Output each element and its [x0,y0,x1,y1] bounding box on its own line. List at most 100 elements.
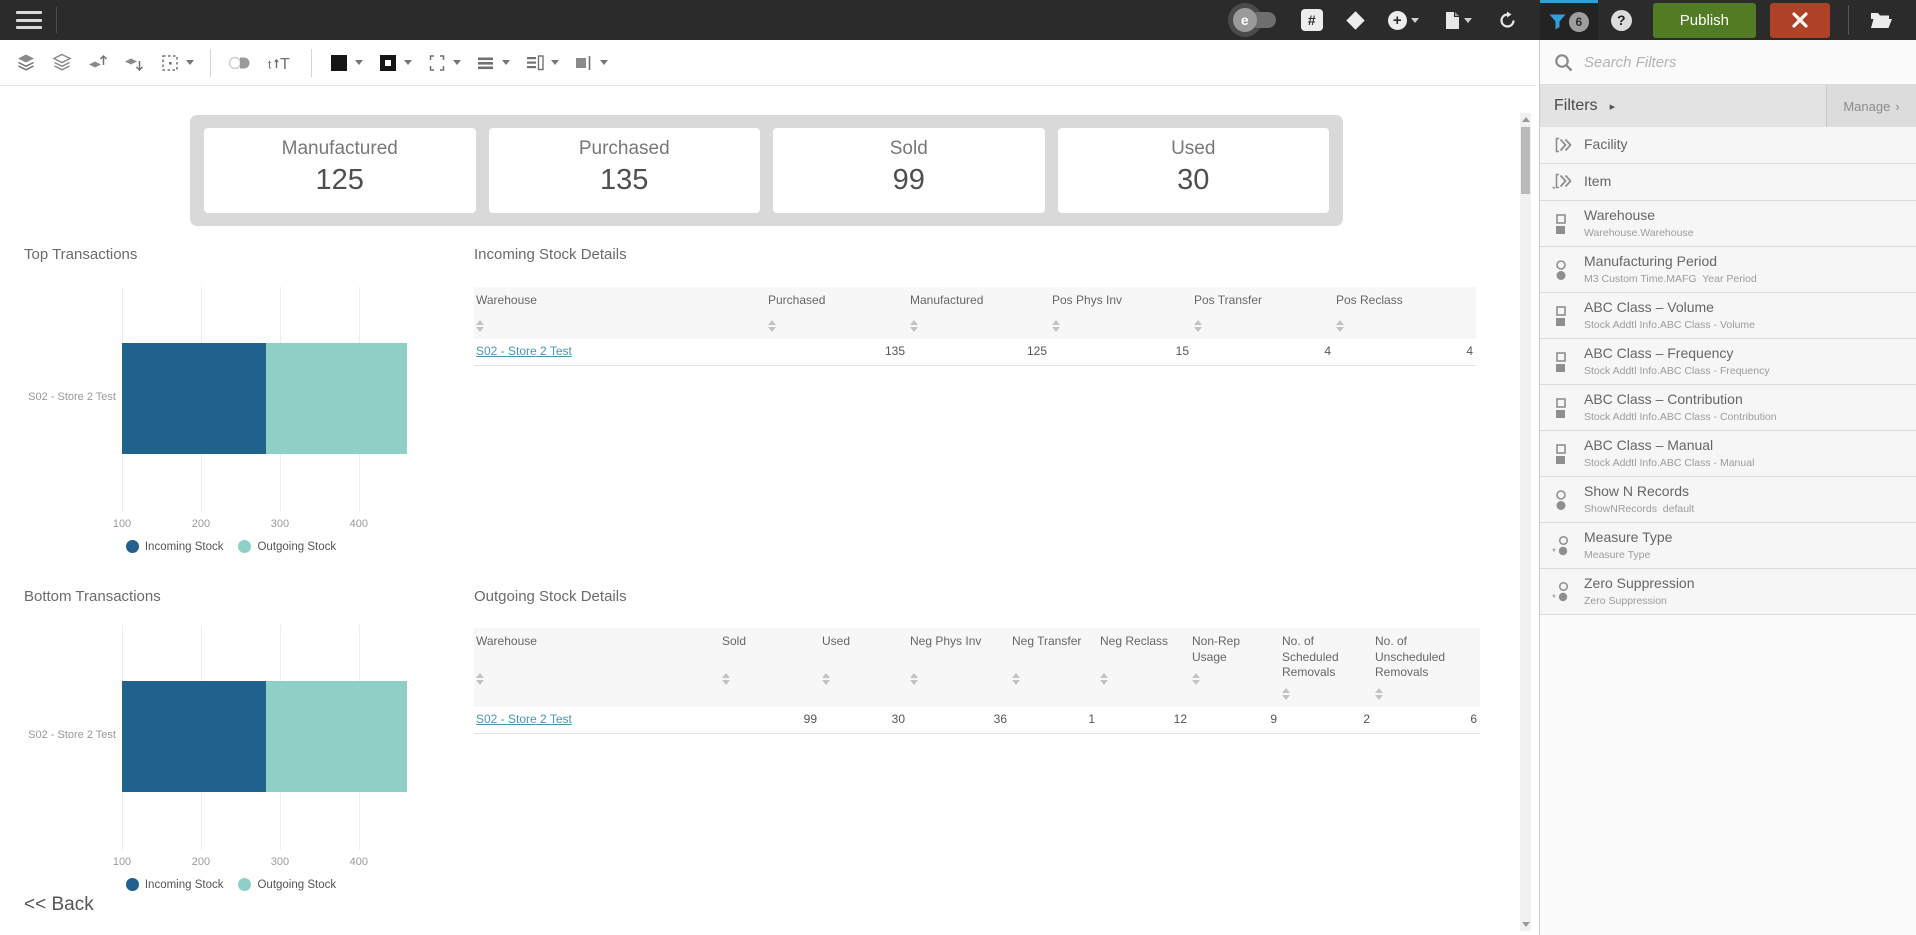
column-header-no-of-unscheduled-removals[interactable]: No. of Unscheduled Removals [1373,628,1480,707]
diamond-icon [1346,11,1364,29]
manage-filters-button[interactable]: Manage › [1826,85,1916,127]
legend-item-incoming-stock[interactable]: Incoming Stock [126,540,224,553]
kpi-card-sold[interactable]: Sold99 [773,128,1045,213]
sort-up-icon [910,320,918,325]
sort-icon[interactable] [910,673,919,685]
filter-item-title: Measure Type [1584,530,1672,545]
page-menu-button[interactable] [1445,11,1472,30]
refresh-button[interactable] [1498,11,1517,30]
chevron-down-icon [453,60,461,65]
filter-item-show-n-records[interactable]: Show N RecordsShowNRecords default [1540,477,1916,523]
bring-forward-button[interactable] [80,48,116,78]
account-toggle[interactable]: e [1228,2,1280,38]
filter-item-abc-class-frequency[interactable]: ABC Class – FrequencyStock Addtl Info.AB… [1540,339,1916,385]
fill-color-button[interactable] [321,48,370,78]
filter-item-facility[interactable]: Facility [1540,127,1916,164]
column-header-warehouse[interactable]: Warehouse [474,628,720,707]
search-filters-input[interactable] [1584,54,1902,71]
sort-icon[interactable] [822,673,831,685]
text-size-button[interactable]: tT [260,48,302,78]
filter-item-manufacturing-period[interactable]: Manufacturing PeriodM3 Custom Time.MAFG … [1540,247,1916,293]
align-button[interactable] [517,48,566,78]
open-folder-button[interactable] [1870,11,1893,29]
close-button[interactable] [1770,3,1830,38]
filter-item-warehouse[interactable]: WarehouseWarehouse.Warehouse [1540,201,1916,247]
distribute-button[interactable] [566,48,615,78]
canvas-size-button[interactable] [152,48,201,78]
line-style-button[interactable] [468,48,517,78]
sort-icon[interactable] [1012,673,1021,685]
legend-item-outgoing-stock[interactable]: Outgoing Stock [238,540,336,553]
warehouse-link[interactable]: S02 - Store 2 Test [476,712,572,726]
filter-item-abc-class-contribution[interactable]: ABC Class – ContributionStock Addtl Info… [1540,385,1916,431]
sort-icon[interactable] [1192,673,1201,685]
bar-segment-incoming-stock[interactable] [122,681,266,792]
layers-button[interactable] [8,48,44,78]
publish-button[interactable]: Publish [1653,3,1756,38]
sort-icon[interactable] [910,320,919,332]
column-header-neg-reclass[interactable]: Neg Reclass [1098,628,1190,707]
column-header-purchased[interactable]: Purchased [766,287,908,339]
sort-icon[interactable] [476,673,485,685]
sort-icon[interactable] [1282,688,1291,700]
sort-icon[interactable] [476,320,485,332]
filter-item-subtitle: Warehouse.Warehouse [1584,227,1694,239]
sort-down-icon [1375,695,1383,700]
sort-icon[interactable] [1052,320,1061,332]
scroll-down-icon[interactable] [1522,922,1530,927]
bar-segment-outgoing-stock[interactable] [266,681,407,792]
sort-icon[interactable] [1194,320,1203,332]
kpi-card-manufactured[interactable]: Manufactured125 [204,128,476,213]
column-header-pos-reclass[interactable]: Pos Reclass [1334,287,1476,339]
help-button[interactable]: ? [1611,10,1632,31]
bar-segment-outgoing-stock[interactable] [266,343,407,454]
scroll-up-icon[interactable] [1522,117,1530,122]
back-link[interactable]: << Back [24,894,94,916]
legend-item-outgoing-stock[interactable]: Outgoing Stock [238,878,336,891]
layers-alt-button[interactable] [44,48,80,78]
column-header-neg-phys-inv[interactable]: Neg Phys Inv [908,628,1010,707]
menu-icon[interactable] [16,11,42,29]
chevron-right-icon[interactable]: ▸ [1610,100,1616,113]
filter-item-measure-type[interactable]: *Measure TypeMeasure Type [1540,523,1916,569]
column-header-neg-transfer[interactable]: Neg Transfer [1010,628,1098,707]
warehouse-link[interactable]: S02 - Store 2 Test [476,344,572,358]
main-scrollbar[interactable] [1520,113,1531,931]
filter-item-abc-class-volume[interactable]: ABC Class – VolumeStock Addtl Info.ABC C… [1540,293,1916,339]
border-color-button[interactable] [370,48,419,78]
legend-item-incoming-stock[interactable]: Incoming Stock [126,878,224,891]
column-header-label: Non-Rep Usage [1192,634,1276,666]
filters-panel-toggle[interactable]: 6 [1540,0,1598,40]
column-header-used[interactable]: Used [820,628,908,707]
sort-icon[interactable] [768,320,777,332]
sort-icon[interactable] [1375,688,1384,700]
sort-icon[interactable] [1100,673,1109,685]
column-header-manufactured[interactable]: Manufactured [908,287,1050,339]
send-backward-button[interactable] [116,48,152,78]
checkbox-filter-icon [1552,305,1572,327]
sort-up-icon [768,320,776,325]
scrollbar-thumb[interactable] [1521,127,1530,194]
column-header-non-rep-usage[interactable]: Non-Rep Usage [1190,628,1280,707]
bar-segment-incoming-stock[interactable] [122,343,266,454]
value-cell: 12 [1098,707,1190,734]
shape-overlap-button[interactable] [220,48,260,78]
selection-style-button[interactable] [419,48,468,78]
column-header-pos-phys-inv[interactable]: Pos Phys Inv [1050,287,1192,339]
grid-layout-button[interactable]: # [1301,9,1323,31]
sort-icon[interactable] [1336,320,1345,332]
column-header-sold[interactable]: Sold [720,628,820,707]
sort-icon[interactable] [722,673,731,685]
filter-item-item[interactable]: *Item [1540,164,1916,201]
diamond-button[interactable] [1349,14,1362,27]
filter-item-abc-class-manual[interactable]: ABC Class – ManualStock Addtl Info.ABC C… [1540,431,1916,477]
add-widget-button[interactable]: + [1388,11,1419,30]
filter-item-zero-suppression[interactable]: *Zero SuppressionZero Suppression [1540,569,1916,615]
kpi-card-purchased[interactable]: Purchased135 [489,128,761,213]
column-header-warehouse[interactable]: Warehouse [474,287,766,339]
chevron-down-icon [1411,18,1419,23]
column-header-pos-transfer[interactable]: Pos Transfer [1192,287,1334,339]
kpi-card-used[interactable]: Used30 [1058,128,1330,213]
column-header-label: Neg Reclass [1100,634,1186,666]
column-header-no-of-scheduled-removals[interactable]: No. of Scheduled Removals [1280,628,1373,707]
